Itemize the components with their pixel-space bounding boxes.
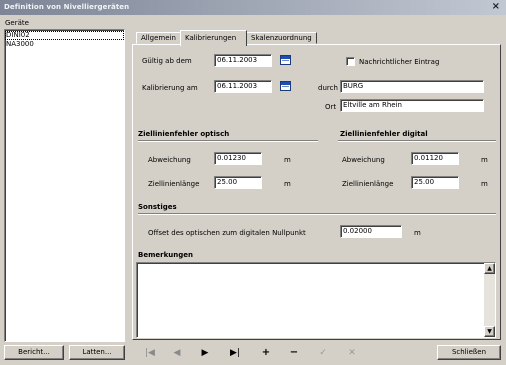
remarks-heading: Bemerkungen <box>138 251 193 259</box>
close-icon[interactable]: × <box>492 1 500 13</box>
tab-kalibrierungen[interactable]: Kalibrierungen <box>180 30 247 46</box>
optical-deviation-label: Abweichung <box>148 156 191 164</box>
digital-deviation-input[interactable]: 0.01120 <box>411 152 459 165</box>
remarks-scrollbar[interactable]: ▲ ▼ <box>484 263 495 337</box>
calendar-icon[interactable] <box>280 55 291 65</box>
message-checkbox-label: Nachrichtlicher Eintrag <box>359 58 440 66</box>
window-title: Definition von Nivelliergeräten <box>4 3 130 11</box>
optical-deviation-unit: m <box>284 156 291 164</box>
other-heading: Sonstiges <box>138 203 177 211</box>
close-button-label: Schließen <box>451 348 487 356</box>
optical-deviation-input[interactable]: 0.01230 <box>214 152 262 165</box>
optical-length-input[interactable]: 25.00 <box>214 176 262 189</box>
scroll-down-icon[interactable]: ▼ <box>484 326 495 337</box>
digital-deviation-unit: m <box>481 156 488 164</box>
calendar-icon[interactable] <box>280 81 291 91</box>
report-button-label: Bericht... <box>18 348 50 356</box>
message-checkbox[interactable] <box>346 57 355 66</box>
last-record-icon[interactable]: ▶| <box>224 346 246 360</box>
report-button[interactable]: Bericht... <box>4 345 64 360</box>
optical-heading: Ziellinienfehler optisch <box>138 130 230 138</box>
offset-label: Offset des optischen zum digitalen Nullp… <box>148 229 306 237</box>
optical-length-label: Ziellinienlänge <box>148 180 200 188</box>
digital-length-label: Ziellinienlänge <box>342 180 394 188</box>
digital-divider <box>338 140 496 142</box>
close-button[interactable]: Schließen <box>437 345 501 360</box>
next-record-icon[interactable]: ▶ <box>194 346 216 360</box>
by-input[interactable]: BURG <box>340 80 484 93</box>
delete-record-icon[interactable]: − <box>283 346 305 360</box>
digital-length-input[interactable]: 25.00 <box>411 176 459 189</box>
digital-heading: Ziellinienfehler digital <box>340 130 428 138</box>
calibration-input[interactable]: 06.11.2003 <box>214 80 272 93</box>
optical-length-unit: m <box>284 180 291 188</box>
cancel-icon[interactable]: ✕ <box>341 346 363 360</box>
offset-unit: m <box>414 229 421 237</box>
calibration-label: Kalibrierung am <box>142 84 198 92</box>
previous-record-icon[interactable]: ◀ <box>166 346 188 360</box>
remarks-textarea[interactable]: ▲ ▼ <box>136 262 496 338</box>
offset-input[interactable]: 0.02000 <box>340 225 402 238</box>
by-label: durch <box>318 84 338 92</box>
scroll-up-icon[interactable]: ▲ <box>484 263 495 274</box>
valid-from-input[interactable]: 06.11.2003 <box>214 54 272 67</box>
staffs-button-label: Latten... <box>82 348 112 356</box>
tab-skalenzuordnung[interactable]: Skalenzuordnung <box>246 32 317 44</box>
devices-list[interactable]: DINI02 NA3000 <box>4 29 125 342</box>
list-item-na3000[interactable]: NA3000 <box>5 40 124 49</box>
valid-from-label: Gültig ab dem <box>142 57 192 65</box>
title-bar: Definition von Nivelliergeräten × <box>0 0 506 15</box>
place-input[interactable]: Eltville am Rhein <box>340 99 484 112</box>
list-item-dini02[interactable]: DINI02 <box>5 31 124 40</box>
other-divider <box>138 213 496 215</box>
devices-header: Geräte <box>5 19 29 27</box>
first-record-icon[interactable]: |◀ <box>139 346 161 360</box>
place-label: Ort <box>325 103 337 111</box>
add-record-icon[interactable]: + <box>255 346 277 360</box>
confirm-icon[interactable]: ✓ <box>312 346 334 360</box>
staffs-button[interactable]: Latten... <box>69 345 125 360</box>
digital-length-unit: m <box>481 180 488 188</box>
digital-deviation-label: Abweichung <box>342 156 385 164</box>
optical-divider <box>138 140 318 142</box>
tab-allgemein[interactable]: Allgemein <box>136 32 181 44</box>
